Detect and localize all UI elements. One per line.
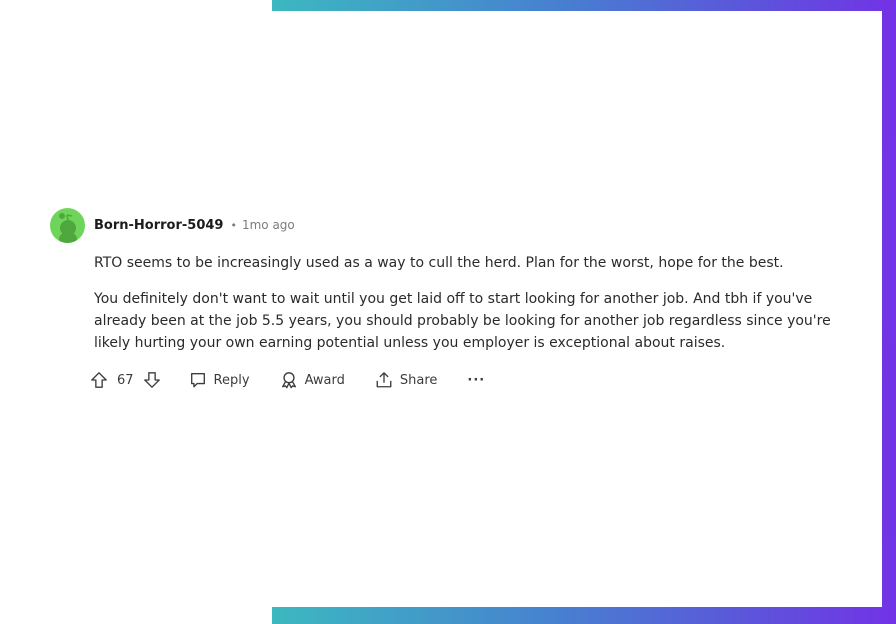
more-dots-icon: ··· bbox=[467, 372, 486, 388]
comment-actions: 67 Reply Award Share ··· bbox=[90, 366, 850, 394]
more-options-button[interactable]: ··· bbox=[467, 373, 485, 388]
gradient-frame-right bbox=[882, 0, 896, 624]
separator-dot: • bbox=[230, 218, 237, 232]
comment-paragraph: RTO seems to be increasingly used as a w… bbox=[94, 255, 784, 271]
snoo-avatar-icon bbox=[59, 212, 77, 243]
upvote-button[interactable] bbox=[90, 371, 108, 389]
share-button[interactable]: Share bbox=[375, 371, 438, 389]
comment-header: Born-Horror-5049 • 1mo ago bbox=[50, 207, 850, 243]
downvote-button[interactable] bbox=[143, 371, 161, 389]
comment-paragraph: You definitely don't want to wait until … bbox=[94, 291, 831, 351]
comment: Born-Horror-5049 • 1mo ago RTO seems to … bbox=[50, 207, 850, 394]
author-name[interactable]: Born-Horror-5049 bbox=[94, 218, 223, 233]
award-ribbon-icon bbox=[281, 372, 296, 389]
upvote-arrow-icon bbox=[91, 372, 107, 388]
share-label: Share bbox=[399, 372, 438, 388]
comment-body: RTO seems to be increasingly used as a w… bbox=[94, 252, 854, 354]
share-upload-icon bbox=[376, 372, 392, 388]
award-label: Award bbox=[304, 372, 345, 388]
vote-count: 67 bbox=[117, 372, 134, 388]
gradient-frame-bottom bbox=[272, 607, 896, 624]
award-button[interactable]: Award bbox=[280, 371, 345, 389]
reply-button[interactable]: Reply bbox=[189, 371, 250, 389]
downvote-arrow-icon bbox=[143, 372, 160, 388]
timestamp[interactable]: 1mo ago bbox=[242, 218, 295, 232]
comment-bubble-icon bbox=[190, 373, 205, 388]
gradient-frame-top bbox=[272, 0, 896, 11]
avatar[interactable] bbox=[50, 207, 85, 243]
reply-label: Reply bbox=[213, 372, 250, 388]
